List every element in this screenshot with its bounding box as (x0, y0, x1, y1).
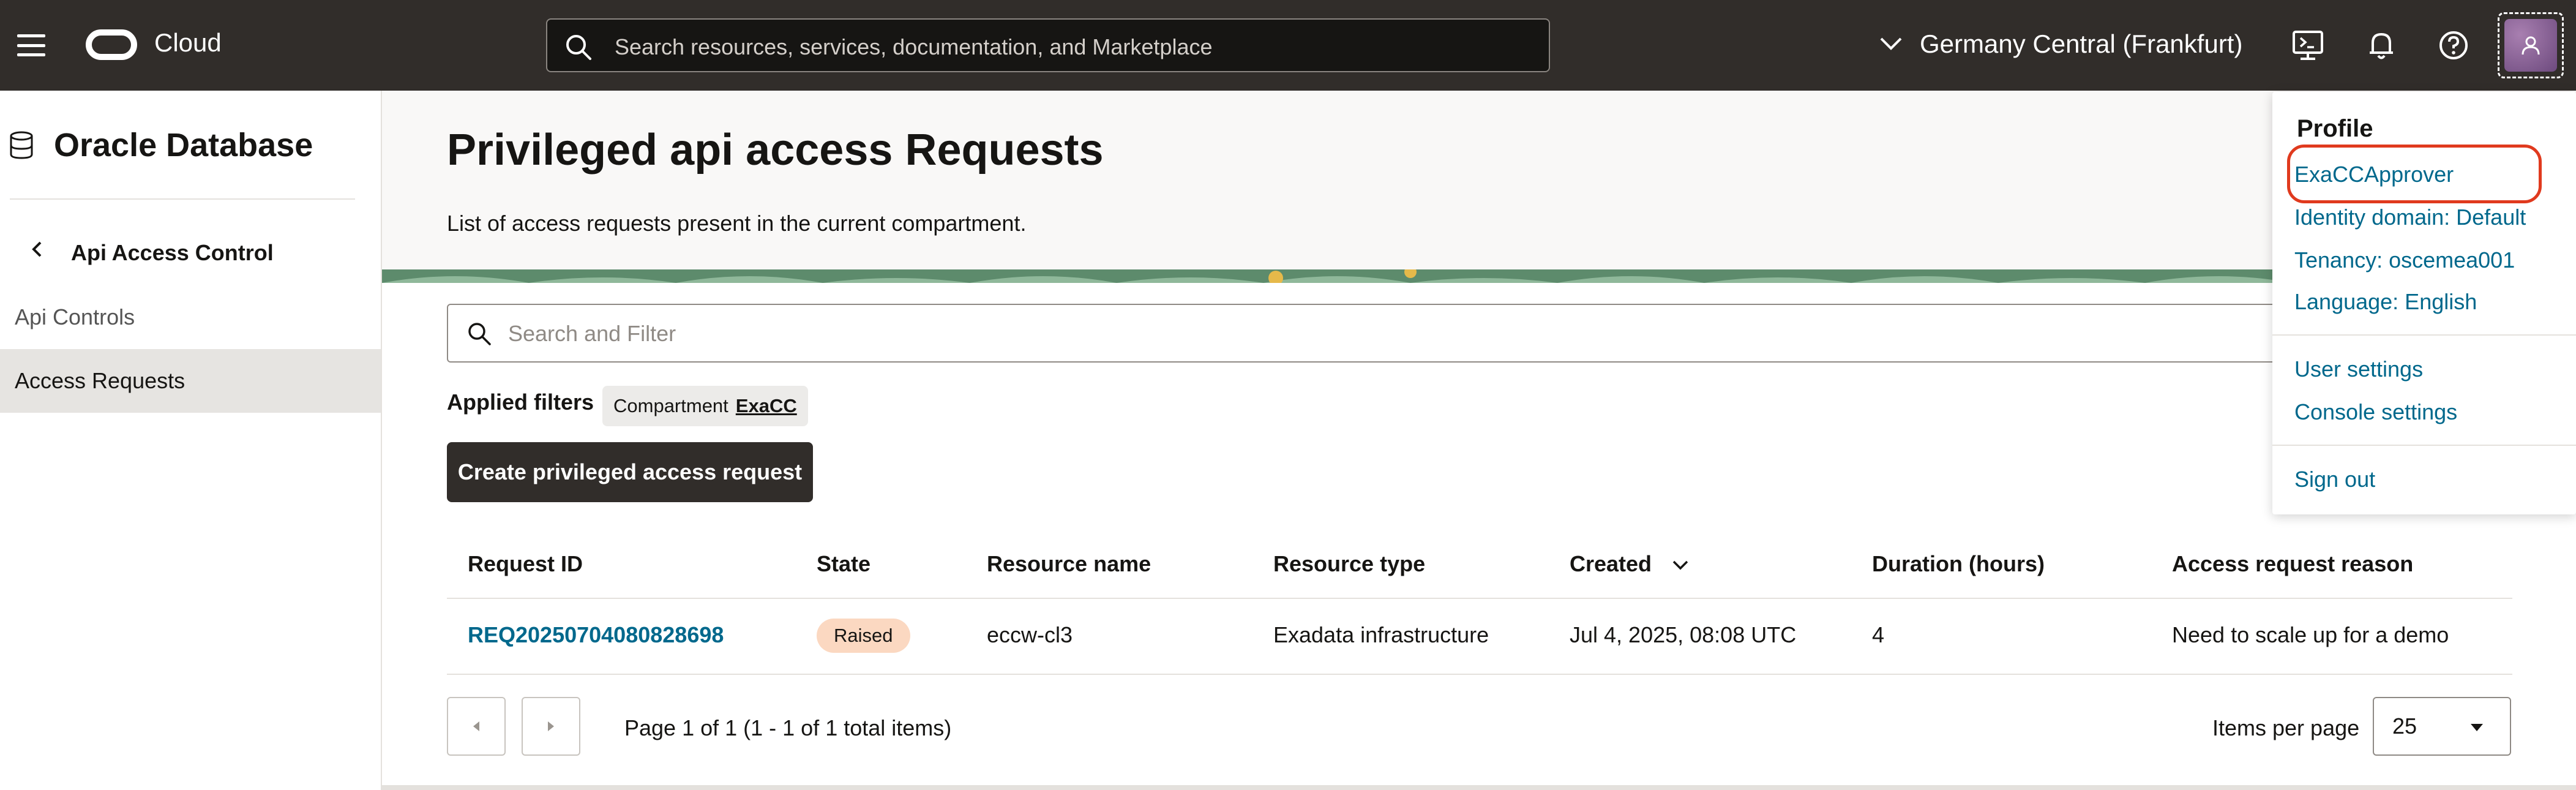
items-per-page-label: Items per page (2212, 715, 2360, 740)
hamburger-menu-icon[interactable] (17, 34, 45, 56)
region-label: Germany Central (Frankfurt) (1920, 29, 2243, 58)
database-icon (10, 131, 33, 159)
brand-name[interactable]: Cloud (154, 28, 222, 58)
search-icon (468, 323, 491, 345)
profile-dropdown-menu: Profile ExaCCApprover Identity domain: D… (2272, 92, 2576, 514)
search-filter-placeholder: Search and Filter (508, 321, 676, 346)
global-search-input[interactable]: Search resources, services, documentatio… (546, 18, 1550, 72)
previous-page-button[interactable] (447, 697, 506, 756)
created-cell: Jul 4, 2025, 08:08 UTC (1570, 622, 1797, 647)
sidebar-title: Oracle Database (54, 127, 313, 164)
column-header-duration[interactable]: Duration (hours) (1872, 551, 2045, 577)
column-header-resource-type[interactable]: Resource type (1273, 551, 1425, 577)
applied-filters-label: Applied filters (447, 389, 594, 415)
sign-out-link[interactable]: Sign out (2294, 467, 2375, 492)
identity-domain-link[interactable]: Identity domain: Default (2294, 205, 2526, 230)
sidebar-divider (10, 198, 355, 200)
request-id-link[interactable]: REQ20250704080828698 (468, 622, 724, 648)
profile-avatar-button[interactable] (2498, 12, 2564, 78)
sidebar-item-access-requests[interactable]: Access Requests (0, 349, 381, 413)
decorative-banner (382, 269, 2576, 283)
status-badge: Raised (817, 619, 910, 653)
caret-left-icon (473, 721, 479, 731)
sidebar-item-api-controls[interactable]: Api Controls (0, 285, 381, 349)
sidebar-section-api-access-control[interactable]: Api Access Control (71, 240, 274, 266)
top-navigation-bar: Cloud Search resources, services, docume… (0, 0, 2576, 91)
dropdown-arrow-icon (2471, 724, 2483, 731)
filter-chip-value[interactable]: ExaCC (736, 395, 797, 417)
profile-menu-title: Profile (2297, 115, 2373, 142)
notifications-bell-icon[interactable] (2364, 28, 2398, 62)
page-header: Privileged api access Requests List of a… (382, 91, 2576, 269)
table-row: REQ20250704080828698 Raised eccw-cl3 Exa… (447, 599, 2512, 675)
pagination-summary: Page 1 of 1 (1 - 1 of 1 total items) (624, 715, 952, 740)
compartment-filter-chip[interactable]: Compartment ExaCC (602, 386, 808, 426)
profile-username-link[interactable]: ExaCCApprover (2294, 162, 2454, 187)
filter-chip-key: Compartment (613, 395, 728, 416)
sort-descending-icon[interactable] (1671, 559, 1690, 571)
page-title: Privileged api access Requests (447, 126, 1104, 175)
left-sidebar: Oracle Database Api Access Control Api C… (0, 91, 382, 790)
caret-right-icon (548, 721, 554, 731)
tenancy-link[interactable]: Tenancy: oscemea001 (2294, 247, 2515, 273)
next-page-button[interactable] (522, 697, 580, 756)
create-privileged-access-request-button[interactable]: Create privileged access request (447, 442, 813, 502)
search-icon (566, 35, 591, 60)
bottom-border (382, 785, 2576, 790)
column-header-state[interactable]: State (817, 551, 871, 577)
column-header-reason[interactable]: Access request reason (2172, 551, 2413, 577)
items-per-page-value: 25 (2392, 713, 2417, 739)
column-header-resource-name[interactable]: Resource name (987, 551, 1151, 577)
chevron-down-icon (1880, 37, 1902, 50)
items-per-page-select[interactable]: 25 (2373, 697, 2511, 756)
page-subtitle: List of access requests present in the c… (447, 211, 1027, 236)
column-header-request-id[interactable]: Request ID (468, 551, 583, 577)
table-header: Request ID State Resource name Resource … (447, 533, 2512, 599)
user-icon (2522, 36, 2540, 55)
duration-cell: 4 (1872, 622, 1885, 647)
chevron-left-icon[interactable] (28, 240, 47, 258)
access-requests-table: Request ID State Resource name Resource … (447, 533, 2512, 675)
avatar (2504, 19, 2557, 72)
resource-name-cell: eccw-cl3 (987, 622, 1073, 647)
resource-type-cell: Exadata infrastructure (1273, 622, 1489, 647)
oracle-logo-icon[interactable] (86, 29, 137, 60)
reason-cell: Need to scale up for a demo (2172, 622, 2449, 647)
profile-menu-divider (2272, 445, 2576, 446)
profile-menu-divider (2272, 334, 2576, 336)
global-search-placeholder: Search resources, services, documentatio… (615, 34, 1213, 59)
search-filter-input[interactable]: Search and Filter (447, 304, 2369, 363)
language-link[interactable]: Language: English (2294, 289, 2477, 315)
console-settings-link[interactable]: Console settings (2294, 399, 2457, 425)
help-icon[interactable] (2436, 28, 2471, 62)
region-selector[interactable]: Germany Central (Frankfurt) (1879, 26, 2242, 62)
cloud-shell-icon[interactable] (2291, 28, 2325, 62)
column-header-created-label: Created (1570, 551, 1652, 576)
column-header-created[interactable]: Created (1570, 551, 1690, 577)
user-settings-link[interactable]: User settings (2294, 356, 2423, 382)
